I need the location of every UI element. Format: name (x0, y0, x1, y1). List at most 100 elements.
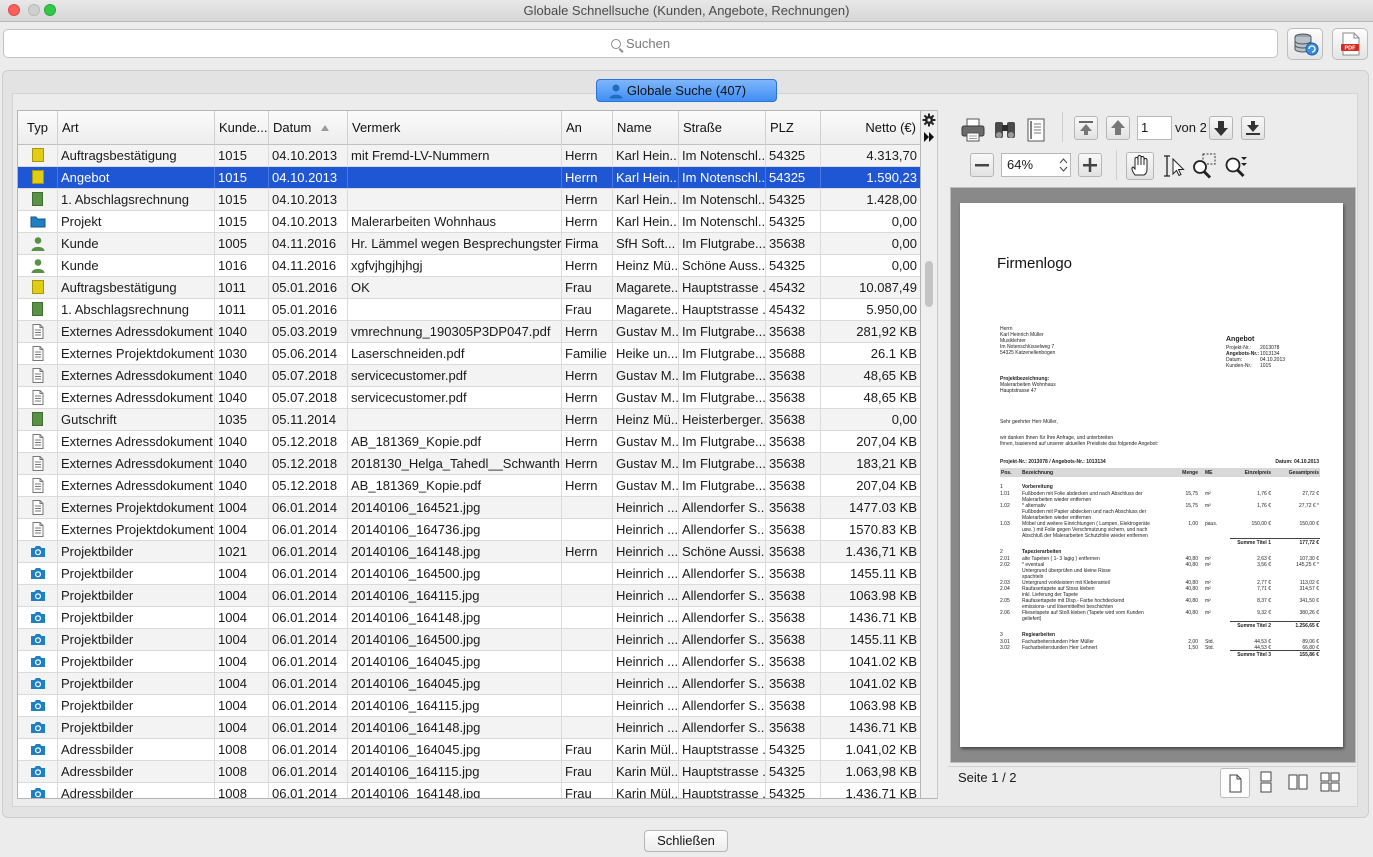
stepper-icon[interactable] (1059, 157, 1068, 173)
arrow-down-icon (1214, 121, 1228, 136)
table-row[interactable]: Externes Adressdokument 1040 05.12.2018 AB_… (18, 475, 920, 497)
cell-kunde: 1040 (215, 365, 269, 386)
group-header[interactable]: Globale Suche (407) (596, 79, 777, 102)
page-count-label: von 2 (1175, 120, 1207, 135)
column-header-name[interactable]: Name (613, 111, 679, 145)
column-header-datum[interactable]: Datum (269, 111, 348, 145)
column-header-an[interactable]: An (562, 111, 613, 145)
printer-icon[interactable] (959, 116, 987, 144)
cell-kunde: 1004 (215, 519, 269, 540)
table-row[interactable]: Adressbilder 1008 06.01.2014 20140106_16411… (18, 761, 920, 783)
cell-kunde: 1030 (215, 343, 269, 364)
table-row[interactable]: Projektbilder 1004 06.01.2014 20140106_1640… (18, 673, 920, 695)
cell-typ (18, 497, 58, 518)
table-row[interactable]: 1. Abschlagsrechnung 1011 05.01.2016 Frau Ma… (18, 299, 920, 321)
window-close-button[interactable] (8, 4, 20, 16)
column-header-plz[interactable]: PLZ (766, 111, 821, 145)
table-row[interactable]: Auftragsbestätigung 1011 05.01.2016 OK Frau M… (18, 277, 920, 299)
sum-value: 1.256,65 € (1295, 623, 1319, 629)
close-button[interactable]: Schließen (644, 830, 728, 852)
zoom-in-button[interactable] (1078, 153, 1102, 177)
table-row[interactable]: 1. Abschlagsrechnung 1015 04.10.2013 Herrn K… (18, 189, 920, 211)
zoom-area-icon[interactable] (1189, 152, 1219, 180)
table-row[interactable]: Projektbilder 1004 06.01.2014 20140106_1640… (18, 651, 920, 673)
window-minimize-button[interactable] (28, 4, 40, 16)
table-row[interactable]: Externes Adressdokument 1040 05.12.2018 AB_… (18, 431, 920, 453)
zoom-out-button[interactable] (970, 153, 994, 177)
fast-forward-icon[interactable] (923, 131, 935, 143)
page-number-input[interactable]: 1 (1137, 116, 1172, 140)
table-row[interactable]: Kunde 1016 04.11.2016 xgfvjhgjhjhgj Herrn Hei… (18, 255, 920, 277)
column-header-typ[interactable]: Typ (18, 111, 58, 145)
column-header-strasse[interactable]: Straße (679, 111, 766, 145)
table-row[interactable]: Auftragsbestätigung 1015 04.10.2013 mit Fre… (18, 145, 920, 167)
cell-netto: 1.041,02 KB (821, 739, 920, 760)
cell-netto: 1455.11 KB (821, 629, 920, 650)
sum-value: 177,72 € (1299, 540, 1319, 546)
cell-strasse: Allendorfer S... (679, 563, 766, 584)
cell-name: Heinrich ... (613, 585, 679, 606)
table-row[interactable]: Projektbilder 1004 06.01.2014 20140106_1641… (18, 607, 920, 629)
folder-icon (30, 216, 46, 228)
grid-view-button[interactable] (1316, 768, 1346, 798)
first-page-button[interactable] (1074, 116, 1098, 140)
cell-art: Kunde (58, 255, 215, 276)
table-row[interactable]: Projektbilder 1004 06.01.2014 20140106_1645… (18, 629, 920, 651)
document-logo: Firmenlogo (997, 255, 1073, 272)
document-pages-icon[interactable] (1023, 116, 1049, 144)
table-row[interactable]: Externes Adressdokument 1040 05.03.2019 vmr… (18, 321, 920, 343)
invoice-document-icon (32, 192, 43, 206)
table-row[interactable]: Kunde 1005 04.11.2016 Hr. Lämmel wegen Besp… (18, 233, 920, 255)
table-row[interactable]: Adressbilder 1008 06.01.2014 20140106_16414… (18, 783, 920, 798)
pdf-export-button[interactable]: PDF (1332, 28, 1368, 60)
cell-an: Herrn (562, 387, 613, 408)
table-row[interactable]: Projektbilder 1021 06.01.2014 20140106_1641… (18, 541, 920, 563)
table-row[interactable]: Projekt 1015 04.10.2013 Malerarbeiten Wohnh… (18, 211, 920, 233)
cell-netto: 183,21 KB (821, 453, 920, 474)
table-row[interactable]: Externes Projektdokument 1004 06.01.2014 20… (18, 497, 920, 519)
magnifier-zoom-icon[interactable] (1221, 152, 1251, 180)
hand-tool-button[interactable] (1126, 152, 1154, 180)
table-row[interactable]: Projektbilder 1004 06.01.2014 20140106_1641… (18, 585, 920, 607)
results-table[interactable]: Typ Art Kunde... Datum Vermerk An Name Straße PL… (17, 110, 921, 799)
table-row[interactable]: Externes Adressdokument 1040 05.12.2018 201… (18, 453, 920, 475)
table-row[interactable]: Projektbilder 1004 06.01.2014 20140106_1641… (18, 717, 920, 739)
cell-netto: 1.428,00 (821, 189, 920, 210)
table-row[interactable]: Externes Projektdokument 1030 05.06.2014 La… (18, 343, 920, 365)
table-scrollbar-thumb[interactable] (925, 261, 933, 307)
search-input[interactable]: Suchen (3, 29, 1278, 58)
table-row[interactable]: Adressbilder 1008 06.01.2014 20140106_16404… (18, 739, 920, 761)
cell-typ (18, 585, 58, 606)
line-item-unit: m² (1205, 598, 1211, 604)
table-row[interactable]: Externes Projektdokument 1004 06.01.2014 20… (18, 519, 920, 541)
column-header-netto[interactable]: Netto (€) (821, 111, 920, 145)
text-select-icon[interactable] (1159, 153, 1187, 179)
cell-art: 1. Abschlagsrechnung (58, 299, 215, 320)
gear-icon[interactable] (922, 113, 936, 127)
table-row[interactable]: Externes Adressdokument 1040 05.07.2018 ser… (18, 365, 920, 387)
cell-strasse: Hauptstrasse ... (679, 277, 766, 298)
table-row[interactable]: Projektbilder 1004 06.01.2014 20140106_1641… (18, 695, 920, 717)
cell-kunde: 1016 (215, 255, 269, 276)
facing-pages-view-button[interactable] (1284, 768, 1314, 798)
table-row[interactable]: Projektbilder 1004 06.01.2014 20140106_1645… (18, 563, 920, 585)
zoom-input[interactable]: 64% (1001, 153, 1071, 177)
cell-datum: 05.07.2018 (269, 387, 348, 408)
window-maximize-button[interactable] (44, 4, 56, 16)
column-header-vermerk[interactable]: Vermerk (348, 111, 562, 145)
pdf-preview-area[interactable]: Firmenlogo Herrn Karl Heinrich Müller Musik… (950, 187, 1356, 763)
last-page-button[interactable] (1241, 116, 1265, 140)
continuous-view-button[interactable] (1252, 768, 1282, 798)
table-row[interactable]: Gutschrift 1035 05.11.2014 Herrn Heinz Mü...… (18, 409, 920, 431)
document-meta-label: Kunden-Nr.: (1226, 363, 1253, 369)
database-refresh-button[interactable] (1287, 28, 1323, 60)
binoculars-icon[interactable] (991, 116, 1019, 144)
previous-page-button[interactable] (1106, 116, 1130, 140)
table-row[interactable]: Angebot 1015 04.10.2013 Herrn Karl Hein... Im… (18, 167, 920, 189)
cell-an (562, 673, 613, 694)
column-header-kunde[interactable]: Kunde... (215, 111, 269, 145)
single-page-view-button[interactable] (1220, 768, 1250, 798)
next-page-button[interactable] (1209, 116, 1233, 140)
table-row[interactable]: Externes Adressdokument 1040 05.07.2018 ser… (18, 387, 920, 409)
column-header-art[interactable]: Art (58, 111, 215, 145)
